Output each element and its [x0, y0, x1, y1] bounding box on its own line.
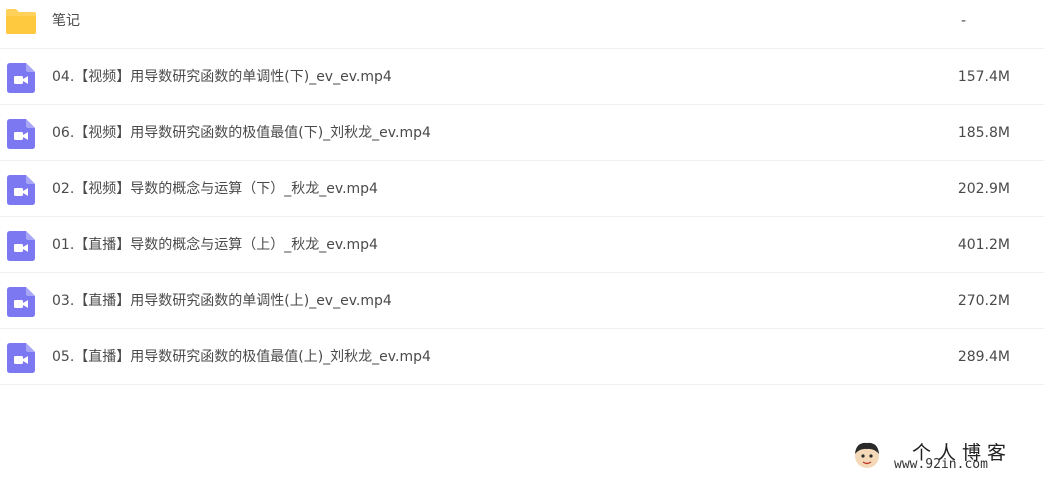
video-icon — [7, 287, 35, 317]
file-name[interactable]: 06.【视频】用导数研究函数的极值最值(下)_刘秋龙_ev.mp4 — [52, 105, 431, 161]
file-name[interactable]: 03.【直播】用导数研究函数的单调性(上)_ev_ev.mp4 — [52, 273, 392, 329]
file-name[interactable]: 02.【视频】导数的概念与运算（下）_秋龙_ev.mp4 — [52, 161, 378, 217]
file-row-video[interactable]: 01.【直播】导数的概念与运算（上）_秋龙_ev.mp4 401.2M — [0, 217, 1044, 273]
file-row-folder-notes[interactable]: 笔记 - — [0, 0, 1044, 49]
video-icon — [7, 63, 35, 93]
file-size: 270.2M — [957, 293, 1010, 309]
file-row-video[interactable]: 06.【视频】用导数研究函数的极值最值(下)_刘秋龙_ev.mp4 185.8M — [0, 105, 1044, 161]
file-row-video[interactable]: 04.【视频】用导数研究函数的单调性(下)_ev_ev.mp4 157.4M — [0, 49, 1044, 105]
file-size: 401.2M — [957, 237, 1010, 253]
file-size: 157.4M — [957, 69, 1010, 85]
file-row-video[interactable]: 03.【直播】用导数研究函数的单调性(上)_ev_ev.mp4 270.2M — [0, 273, 1044, 329]
file-row-video[interactable]: 02.【视频】导数的概念与运算（下）_秋龙_ev.mp4 202.9M — [0, 161, 1044, 217]
file-list: 笔记 - 04.【视频】用导数研究函数的单调性(下)_ev_ev.mp4 157… — [0, 0, 1044, 385]
file-size: - — [960, 13, 966, 29]
file-row-video[interactable]: 05.【直播】用导数研究函数的极值最值(上)_刘秋龙_ev.mp4 289.4M — [0, 329, 1044, 385]
avatar-icon — [852, 440, 882, 470]
video-icon — [7, 343, 35, 373]
file-name[interactable]: 05.【直播】用导数研究函数的极值最值(上)_刘秋龙_ev.mp4 — [52, 329, 431, 385]
watermark: 个人博客 www.92in.com — [852, 438, 1038, 474]
file-name[interactable]: 01.【直播】导数的概念与运算（上）_秋龙_ev.mp4 — [52, 217, 378, 273]
file-size: 185.8M — [957, 125, 1010, 141]
video-icon — [7, 175, 35, 205]
file-name[interactable]: 笔记 — [52, 0, 80, 42]
file-size: 202.9M — [957, 181, 1010, 197]
file-name[interactable]: 04.【视频】用导数研究函数的单调性(下)_ev_ev.mp4 — [52, 49, 392, 105]
watermark-url: www.92in.com — [894, 457, 988, 472]
video-icon — [7, 119, 35, 149]
video-icon — [7, 231, 35, 261]
folder-icon — [5, 7, 37, 35]
file-size: 289.4M — [957, 349, 1010, 365]
